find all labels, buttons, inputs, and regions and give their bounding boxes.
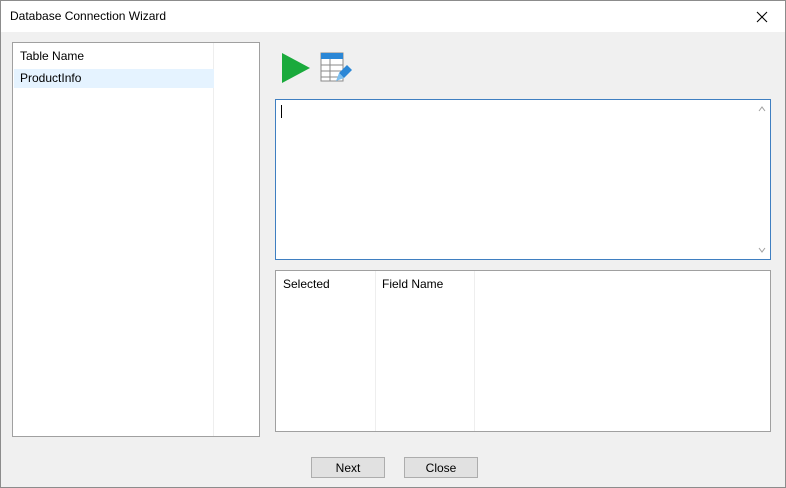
text-caret xyxy=(281,105,282,118)
run-query-button[interactable] xyxy=(279,51,313,85)
table-name-header[interactable]: Table Name xyxy=(20,49,84,63)
vertical-scrollbar[interactable] xyxy=(754,100,770,259)
window-close-button[interactable] xyxy=(739,1,785,32)
table-list[interactable]: Table Name ProductInfo xyxy=(12,42,260,437)
sql-editor[interactable] xyxy=(275,99,771,260)
close-icon xyxy=(756,11,768,22)
title-bar: Database Connection Wizard xyxy=(1,1,785,32)
column-divider xyxy=(375,271,376,431)
wizard-dialog: Database Connection Wizard Table Name Pr… xyxy=(0,0,786,488)
selected-column-header[interactable]: Selected xyxy=(283,277,330,291)
column-divider xyxy=(213,43,214,436)
next-button[interactable]: Next xyxy=(311,457,385,478)
play-icon xyxy=(282,53,310,83)
scroll-up-icon[interactable] xyxy=(758,105,766,113)
field-name-column-header[interactable]: Field Name xyxy=(382,277,443,291)
table-row-label: ProductInfo xyxy=(20,71,82,85)
window-title: Database Connection Wizard xyxy=(10,9,167,23)
table-row-productinfo[interactable]: ProductInfo xyxy=(14,69,214,88)
column-divider xyxy=(474,271,475,431)
scroll-down-icon[interactable] xyxy=(758,246,766,254)
field-grid[interactable]: Selected Field Name xyxy=(275,270,771,432)
table-edit-icon xyxy=(320,52,352,82)
close-button[interactable]: Close xyxy=(404,457,478,478)
table-designer-button[interactable] xyxy=(319,51,353,85)
